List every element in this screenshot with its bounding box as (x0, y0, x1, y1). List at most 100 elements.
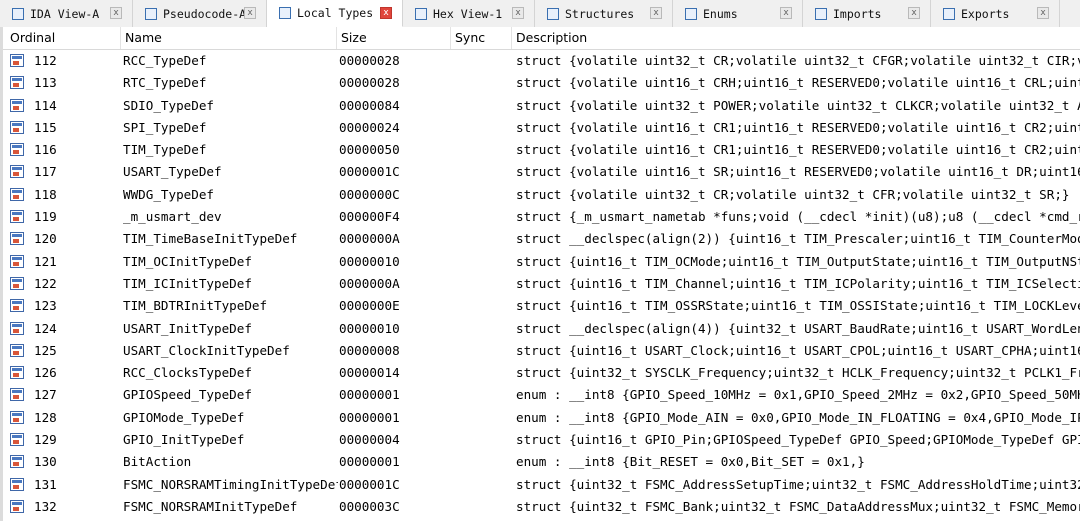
size-cell: 00000028 (339, 53, 400, 68)
table-row[interactable]: 119 _m_usmart_dev 000000F4 struct {_m_usmar… (0, 206, 1080, 228)
description-cell: struct {uint32_t FSMC_AddressSetupTime;u… (516, 476, 1080, 492)
description-cell: enum : __int8 {GPIO_Speed_10MHz = 0x1,GP… (516, 387, 1080, 403)
ordinal-cell: 120 (34, 231, 57, 247)
column-header-sync[interactable]: Sync (451, 27, 512, 49)
table-row[interactable]: 112 RCC_TypeDef 00000028 struct {volatile u… (0, 50, 1080, 72)
local-type-icon (10, 410, 24, 424)
column-header-ordinal[interactable]: Ordinal (6, 27, 121, 49)
size-cell: 0000000E (339, 298, 400, 314)
local-type-icon (10, 254, 24, 268)
tab-local-types[interactable]: Local Types x (267, 0, 403, 27)
imports-icon (815, 7, 827, 20)
ordinal-cell: 122 (34, 275, 57, 291)
description-cell: struct {uint32_t SYSCLK_Frequency;uint32… (516, 365, 1080, 381)
table-row[interactable]: 114 SDIO_TypeDef 00000084 struct {volatile … (0, 95, 1080, 117)
description-cell: struct {volatile uint16_t SR;uint16_t RE… (516, 164, 1080, 180)
close-icon[interactable]: x (110, 7, 122, 19)
ordinal-cell: 127 (34, 387, 57, 403)
table-row[interactable]: 116 TIM_TypeDef 00000050 struct {volatile u… (0, 139, 1080, 161)
close-icon[interactable]: x (908, 7, 920, 19)
name-cell: TIM_TimeBaseInitTypeDef (123, 231, 298, 247)
description-cell: enum : __int8 {GPIO_Mode_AIN = 0x0,GPIO_… (516, 409, 1080, 425)
structures-icon (547, 7, 559, 20)
tab-ida-view-a[interactable]: IDA View-A x (0, 0, 133, 27)
table-row[interactable]: 129 GPIO_InitTypeDef 00000004 struct {uint1… (0, 429, 1080, 451)
description-cell: struct __declspec(align(4)) {uint32_t US… (516, 320, 1080, 336)
tab-pseudocode-a[interactable]: Pseudocode-A x (133, 0, 267, 27)
table-row[interactable]: 131 FSMC_NORSRAMTimingInitTypeDef 0000001C… (0, 474, 1080, 496)
tab-enums[interactable]: Enums x (673, 0, 803, 27)
local-type-icon (10, 276, 24, 290)
local-type-icon (10, 321, 24, 335)
tab-label: Structures (565, 6, 635, 21)
size-cell: 0000000A (339, 231, 400, 247)
name-cell: SDIO_TypeDef (123, 97, 214, 113)
local-type-icon (10, 366, 24, 380)
name-cell: _m_usmart_dev (123, 209, 222, 225)
local-type-icon (10, 433, 24, 447)
ordinal-cell: 116 (34, 142, 57, 158)
table-row[interactable]: 130 BitAction 00000001 enum : __int8 {Bit_R… (0, 451, 1080, 473)
tab-hex-view-1[interactable]: Hex View-1 x (403, 0, 535, 27)
tab-label: Enums (703, 6, 738, 21)
description-cell: enum : __int8 {Bit_RESET = 0x0,Bit_SET =… (516, 454, 865, 470)
ordinal-cell: 124 (34, 320, 57, 336)
close-icon[interactable]: x (244, 7, 256, 19)
tab-exports[interactable]: Exports x (931, 0, 1060, 27)
ordinal-cell: 126 (34, 365, 57, 381)
table-row[interactable]: 117 USART_TypeDef 0000001C struct {volatile… (0, 161, 1080, 183)
tab-structures[interactable]: Structures x (535, 0, 673, 27)
local-type-icon (10, 388, 24, 402)
table-row[interactable]: 118 WWDG_TypeDef 0000000C struct {volatile … (0, 184, 1080, 206)
table-row[interactable]: 122 TIM_ICInitTypeDef 0000000A struct {uint… (0, 273, 1080, 295)
ordinal-cell: 125 (34, 342, 57, 358)
description-cell: struct {volatile uint32_t CR;volatile ui… (516, 53, 1080, 68)
description-cell: struct {volatile uint32_t POWER;volatile… (516, 97, 1080, 113)
local-type-icon (10, 76, 24, 90)
description-cell: struct {uint16_t USART_Clock;uint16_t US… (516, 342, 1080, 358)
close-icon[interactable]: x (650, 7, 662, 19)
size-cell: 00000001 (339, 409, 400, 425)
description-cell: struct {uint16_t GPIO_Pin;GPIOSpeed_Type… (516, 432, 1080, 448)
size-cell: 00000014 (339, 365, 400, 381)
description-cell: struct {volatile uint32_t CR;volatile ui… (516, 186, 1070, 202)
size-cell: 0000003C (339, 498, 400, 514)
name-cell: USART_InitTypeDef (123, 320, 252, 336)
table-row[interactable]: 125 USART_ClockInitTypeDef 00000008 struct … (0, 340, 1080, 362)
close-icon[interactable]: x (380, 7, 392, 19)
description-cell: struct {uint32_t FSMC_Bank;uint32_t FSMC… (516, 498, 1080, 514)
ordinal-cell: 113 (34, 75, 57, 91)
table-row[interactable]: 113 RTC_TypeDef 00000028 struct {volatile u… (0, 72, 1080, 94)
ordinal-cell: 115 (34, 119, 57, 135)
table-row[interactable]: 127 GPIOSpeed_TypeDef 00000001 enum : __int… (0, 384, 1080, 406)
column-header-description[interactable]: Description (512, 27, 1080, 49)
table-row[interactable]: 123 TIM_BDTRInitTypeDef 0000000E struct {ui… (0, 295, 1080, 317)
size-cell: 00000008 (339, 342, 400, 358)
column-header-name[interactable]: Name (121, 27, 337, 49)
tab-label: Hex View-1 (433, 6, 503, 21)
name-cell: GPIOMode_TypeDef (123, 409, 245, 425)
size-cell: 00000010 (339, 253, 400, 269)
hex-view-icon (415, 7, 427, 20)
close-icon[interactable]: x (512, 7, 524, 19)
description-cell: struct {uint16_t TIM_OCMode;uint16_t TIM… (516, 253, 1080, 269)
size-cell: 00000024 (339, 119, 400, 135)
name-cell: GPIOSpeed_TypeDef (123, 387, 252, 403)
name-cell: TIM_ICInitTypeDef (123, 275, 252, 291)
table-row[interactable]: 126 RCC_ClocksTypeDef 00000014 struct {uint… (0, 362, 1080, 384)
table-row[interactable]: 128 GPIOMode_TypeDef 00000001 enum : __int8… (0, 407, 1080, 429)
close-icon[interactable]: x (1037, 7, 1049, 19)
table-row[interactable]: 132 FSMC_NORSRAMInitTypeDef 0000003C struct… (0, 496, 1080, 518)
size-cell: 0000000A (339, 275, 400, 291)
table-row[interactable]: 115 SPI_TypeDef 00000024 struct {volatile u… (0, 117, 1080, 139)
close-icon[interactable]: x (780, 7, 792, 19)
local-type-icon (10, 98, 24, 112)
local-type-icon (10, 299, 24, 313)
tab-label: IDA View-A (30, 6, 100, 21)
tab-imports[interactable]: Imports x (803, 0, 931, 27)
table-row[interactable]: 124 USART_InitTypeDef 00000010 struct __dec… (0, 318, 1080, 340)
table-row[interactable]: 121 TIM_OCInitTypeDef 00000010 struct {uint… (0, 251, 1080, 273)
column-header-size[interactable]: Size (337, 27, 451, 49)
table-row[interactable]: 120 TIM_TimeBaseInitTypeDef 0000000A struct… (0, 228, 1080, 250)
description-cell: struct {uint16_t TIM_OSSRState;uint16_t … (516, 298, 1080, 314)
